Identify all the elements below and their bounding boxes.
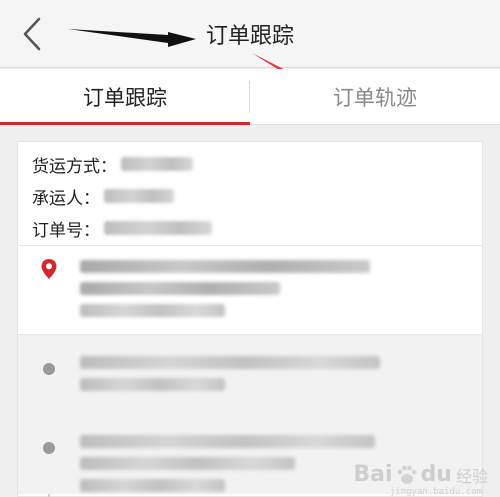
tab-order-trajectory[interactable]: 订单轨迹	[250, 69, 500, 124]
tracking-timeline	[18, 246, 482, 497]
timeline-dot-icon	[43, 442, 55, 454]
shipping-method-label: 货运方式：	[32, 156, 117, 177]
page-title: 订单跟踪	[205, 24, 294, 49]
order-card: 货运方式： 承运人： 订单号：	[17, 141, 483, 497]
order-no-row: 订单号：	[32, 212, 468, 244]
timeline-text-redacted	[80, 356, 380, 369]
nav-header: 订单跟踪	[0, 0, 500, 68]
carrier-value-redacted	[104, 189, 174, 203]
timeline-item	[18, 334, 482, 414]
shipping-method-value-redacted	[121, 157, 193, 171]
carrier-row: 承运人：	[32, 180, 468, 212]
timeline-time-redacted	[80, 304, 225, 317]
order-no-label: 订单号：	[32, 220, 100, 241]
timeline-item	[18, 246, 482, 334]
tab-divider	[249, 81, 250, 113]
watermark-brand-suffix: du	[420, 462, 452, 487]
order-info: 货运方式： 承运人： 订单号：	[18, 142, 482, 246]
timeline-time-redacted	[80, 378, 225, 391]
tab-order-tracking[interactable]: 订单跟踪	[0, 69, 250, 125]
watermark-url: jingyan.baidu.com	[389, 487, 482, 497]
tab-bar: 订单跟踪 订单轨迹	[0, 69, 500, 125]
baidu-watermark: Bai du 经验	[353, 462, 488, 487]
paw-icon	[397, 465, 416, 484]
timeline-dot-icon	[43, 363, 55, 375]
carrier-label: 承运人：	[32, 188, 100, 209]
watermark-brand: Bai	[353, 462, 393, 487]
order-no-value-redacted	[104, 221, 212, 235]
timeline-time-redacted	[80, 479, 225, 492]
timeline-text-redacted	[80, 457, 295, 470]
shipping-method-row: 货运方式：	[32, 148, 468, 180]
timeline-text-redacted	[80, 282, 280, 295]
timeline-text-redacted	[80, 435, 375, 448]
watermark-sub: 经验	[455, 466, 488, 486]
timeline-text-redacted	[80, 260, 370, 273]
location-pin-icon	[41, 259, 57, 279]
